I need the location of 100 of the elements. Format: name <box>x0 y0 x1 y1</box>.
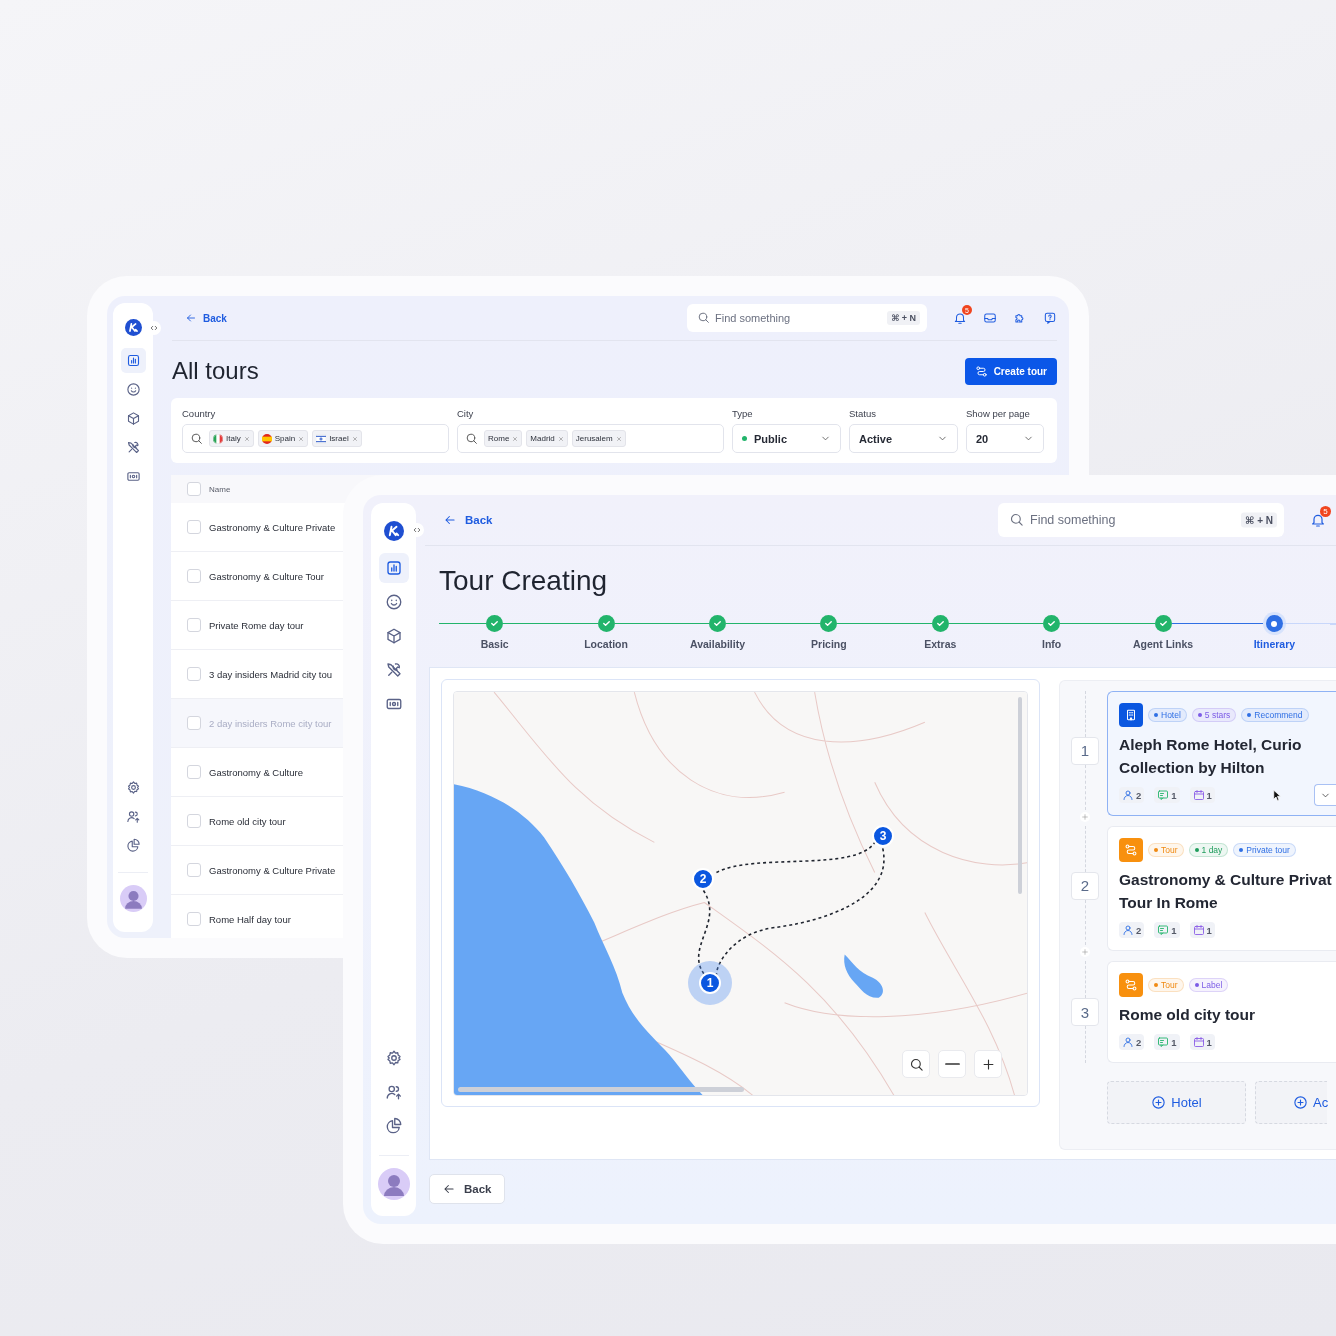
city-chip[interactable]: Rome <box>484 430 523 447</box>
settings-icon <box>125 780 141 795</box>
back-button[interactable]: Back <box>429 1174 505 1204</box>
zoom-out-button[interactable] <box>938 1050 966 1078</box>
checkbox[interactable] <box>187 520 201 534</box>
step-tab[interactable]: Basic <box>480 638 509 650</box>
scrollbar[interactable] <box>458 1087 744 1092</box>
checkbox[interactable] <box>187 667 201 681</box>
city-chip[interactable]: Madrid <box>526 430 568 447</box>
zoom-in-button[interactable] <box>974 1050 1002 1078</box>
tools-icon <box>384 661 403 679</box>
itinerary-card[interactable]: Tour Label Rome old city tour 2 1 1 <box>1107 961 1336 1063</box>
calendar-icon <box>1192 1036 1205 1048</box>
checkbox[interactable] <box>187 569 201 583</box>
field-label: Show per page <box>966 408 1031 419</box>
tools-icon <box>125 440 141 455</box>
count-chip: 1 <box>1154 1034 1180 1050</box>
avatar[interactable] <box>377 1168 410 1200</box>
remove-icon <box>243 435 250 442</box>
status-select[interactable]: Active <box>849 424 958 453</box>
stop-number: 3 <box>1071 998 1099 1026</box>
count-chip: 1 <box>1154 787 1180 803</box>
page-title: Tour Creating <box>439 565 609 597</box>
type-select[interactable]: Public <box>732 424 841 453</box>
column-header: Name <box>209 484 231 494</box>
search-icon <box>697 311 710 324</box>
plus-circle-icon <box>1293 1095 1308 1110</box>
inbox-icon[interactable] <box>983 311 997 325</box>
step-tab[interactable]: Location <box>584 638 628 650</box>
users-icon <box>125 809 141 824</box>
sidebar-item[interactable] <box>378 553 409 583</box>
tag: Private tour <box>1233 843 1296 857</box>
count-chip: 2 <box>1119 1034 1145 1050</box>
itinerary-card[interactable]: Hotel 5 stars Recommend Aleph Rome Hotel, Curio Collection by Hilton 2 1 1 <box>1107 691 1336 816</box>
step-tab[interactable]: Availability <box>689 638 745 650</box>
card-title: Aleph Rome Hotel, Curio Collection by Hilton <box>1119 735 1303 778</box>
calendar-icon <box>1192 924 1205 936</box>
logo-icon[interactable] <box>124 319 142 336</box>
count-chip: 1 <box>1189 1034 1215 1050</box>
count-chip: 1 <box>1189 787 1215 803</box>
checkbox[interactable] <box>187 912 201 926</box>
back-link[interactable]: Back <box>185 312 227 324</box>
country-chip[interactable]: Italy <box>209 430 254 447</box>
checkbox[interactable] <box>187 618 201 632</box>
remove-icon <box>298 435 305 442</box>
shortcut-hint: ⌘ + N <box>886 311 920 325</box>
code-brackets-icon <box>149 323 159 333</box>
message-icon <box>1157 924 1170 936</box>
city-field[interactable]: Rome Madrid Jerusalem <box>457 424 724 453</box>
step-tab[interactable]: Itinerary <box>1253 638 1296 650</box>
flag-icon <box>213 433 223 444</box>
step-tab[interactable]: Pricing <box>811 638 847 650</box>
add-button[interactable]: Hotel <box>1107 1081 1246 1124</box>
tag: Label <box>1188 978 1229 992</box>
tag: Hotel <box>1148 708 1187 722</box>
city-chip[interactable]: Jerusalem <box>571 430 626 447</box>
search-button[interactable] <box>902 1050 930 1078</box>
country-chip[interactable]: Israel <box>312 430 362 447</box>
field-label: Type <box>732 408 754 419</box>
chart-icon <box>384 559 403 577</box>
cube-icon <box>384 627 403 645</box>
checkbox[interactable] <box>187 482 201 496</box>
back-link[interactable]: Back <box>443 513 493 527</box>
flag-icon <box>261 433 272 444</box>
bell-icon[interactable] <box>953 311 967 325</box>
add-button[interactable]: Ac <box>1255 1081 1327 1124</box>
flag-icon <box>316 433 327 444</box>
field-label: Country <box>182 408 217 419</box>
checkbox[interactable] <box>187 765 201 779</box>
pie-chart-icon <box>125 838 141 853</box>
table-cell: Rome old city tour <box>209 815 286 827</box>
avatar[interactable] <box>119 885 147 912</box>
checkbox[interactable] <box>187 814 201 828</box>
per-page-select[interactable]: 20 <box>966 424 1044 453</box>
country-chip[interactable]: Spain <box>257 430 309 447</box>
checkbox[interactable] <box>187 863 201 877</box>
itinerary-card[interactable]: Tour 1 day Private tour Gastronomy & Culture Privat Tour In Rome 2 1 1 <box>1107 826 1336 951</box>
step-tab[interactable]: Extras <box>924 638 957 650</box>
table-cell: Gastronomy & Culture Private <box>209 521 336 533</box>
search-icon <box>908 1056 924 1072</box>
step-tab[interactable]: Agent Links <box>1133 638 1194 650</box>
bell-icon[interactable] <box>1310 512 1326 528</box>
logo-icon[interactable] <box>383 521 404 541</box>
smiley-icon <box>384 593 403 611</box>
step-tab[interactable]: Info <box>1042 638 1062 650</box>
puzzle-icon[interactable] <box>1013 311 1027 325</box>
card-title: Rome old city tour <box>1119 1005 1257 1025</box>
scrollbar[interactable] <box>1018 697 1022 894</box>
chat-help-icon[interactable] <box>1043 311 1057 325</box>
sidebar-item[interactable] <box>120 348 146 373</box>
create-tour-button[interactable]: Create tour <box>964 357 1057 385</box>
settings-icon <box>384 1049 403 1067</box>
country-field[interactable]: Italy Spain Israel <box>182 424 449 453</box>
tag: 5 stars <box>1191 708 1237 722</box>
count-chip: 2 <box>1119 922 1145 938</box>
table-cell: 2 day insiders Rome city tour <box>209 717 332 729</box>
route-icon <box>1119 973 1143 997</box>
tag: Tour <box>1148 978 1184 992</box>
table-cell: Rome Half day tour <box>209 913 291 925</box>
table-cell: 3 day insiders Madrid city tou <box>209 668 333 680</box>
